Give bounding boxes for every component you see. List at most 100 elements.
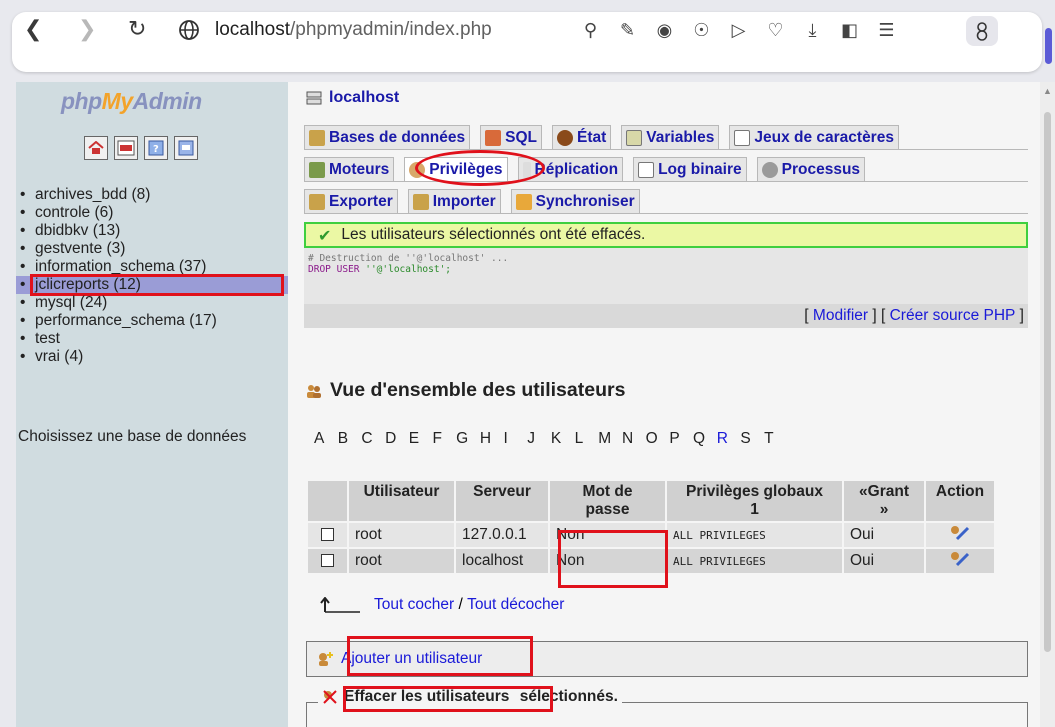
sql-comment: # Destruction de ''@'localhost' ... [308, 253, 509, 264]
users-icon [307, 384, 321, 398]
database-item[interactable]: gestvente (3) [16, 240, 288, 258]
main-scrollbar[interactable]: ▲ [1040, 82, 1055, 727]
reload-icon[interactable]: ↻ [128, 18, 146, 42]
letter-link[interactable]: G [456, 430, 480, 448]
binlog-icon [638, 161, 655, 178]
scroll-up-icon[interactable]: ▲ [1043, 86, 1052, 96]
profile-icon[interactable] [966, 16, 998, 46]
database-item[interactable]: performance_schema (17) [16, 312, 288, 330]
tab-status[interactable]: État [551, 125, 612, 149]
home-icon[interactable] [84, 136, 108, 160]
letter-link[interactable]: H [480, 430, 504, 448]
database-item[interactable]: mysql (24) [16, 294, 288, 312]
letter-link[interactable]: L [575, 430, 599, 448]
tab-sql[interactable]: SQL [480, 125, 542, 149]
tab-synchronize[interactable]: Synchroniser [510, 189, 640, 213]
letter-link[interactable]: Q [693, 430, 717, 448]
letter-link[interactable]: P [669, 430, 693, 448]
tab-export[interactable]: Exporter [304, 189, 398, 213]
docs-icon[interactable]: ? [144, 136, 168, 160]
phpmyadmin-logo[interactable]: phpMyAdmin [61, 88, 202, 115]
letter-link[interactable]: J [527, 430, 551, 448]
bracket: [ [804, 307, 813, 324]
arrow-up-icon [320, 597, 360, 613]
url-text[interactable]: localhost/phpmyadmin/index.php [215, 19, 492, 41]
row-checkbox[interactable] [321, 554, 334, 568]
tab-databases[interactable]: Bases de données [304, 125, 471, 149]
database-item[interactable]: controle (6) [16, 204, 288, 222]
letter-link[interactable]: M [598, 430, 622, 448]
modify-query-link[interactable]: Modifier [813, 307, 868, 325]
find-in-page-icon[interactable]: ⚲ [572, 17, 609, 43]
check-all-link[interactable]: Tout cocher [374, 596, 454, 614]
edit-privileges-icon[interactable] [949, 525, 971, 541]
sidebar-icon[interactable]: ◧ [831, 17, 868, 43]
row-checkbox[interactable] [321, 528, 334, 542]
screenshot-icon[interactable]: ◉ [646, 17, 683, 43]
back-icon[interactable]: ❮ [24, 18, 42, 42]
row-action[interactable] [926, 549, 994, 573]
letter-link[interactable]: K [551, 430, 575, 448]
row-select[interactable] [308, 549, 347, 573]
tab-label: Réplication [534, 160, 619, 178]
forward-icon[interactable]: ❯ [78, 18, 96, 42]
letter-link[interactable]: N [622, 430, 646, 448]
header-line: passe [585, 501, 630, 518]
tab-charsets[interactable]: Jeux de caractères [729, 125, 899, 149]
letter-link[interactable]: D [385, 430, 409, 448]
database-item[interactable]: vrai (4) [16, 348, 288, 366]
header-line: «Grant [859, 483, 909, 500]
server-breadcrumb[interactable]: localhost [306, 89, 399, 107]
sql-query-box: # Destruction de ''@'localhost' ... DROP… [304, 248, 1028, 304]
main-frame: localhost Bases de données SQL État Vari… [288, 82, 1040, 727]
add-user-icon [319, 652, 333, 666]
tab-divider [304, 181, 1028, 182]
send-icon[interactable]: ▷ [720, 17, 757, 43]
shield-icon[interactable]: ☉ [683, 17, 720, 43]
letter-link[interactable]: A [314, 430, 338, 448]
sql-window-icon[interactable] [174, 136, 198, 160]
letter-link[interactable]: B [338, 430, 362, 448]
row-action[interactable] [926, 523, 994, 547]
tab-engines[interactable]: Moteurs [304, 157, 395, 181]
tab-binary-log[interactable]: Log binaire [633, 157, 747, 181]
overview-title: Vue d'ensemble des utilisateurs [330, 379, 626, 401]
letter-link[interactable]: F [432, 430, 456, 448]
row-select[interactable] [308, 523, 347, 547]
synchronize-icon [515, 193, 532, 210]
scroll-thumb[interactable] [1044, 112, 1051, 652]
create-php-link[interactable]: Créer source PHP [890, 307, 1016, 325]
edit-icon[interactable]: ✎ [609, 17, 646, 43]
tab-variables[interactable]: Variables [621, 125, 720, 149]
database-item[interactable]: test [16, 330, 288, 348]
letter-link-active[interactable]: R [717, 430, 741, 448]
heart-icon[interactable]: ♡ [757, 17, 794, 43]
letter-link[interactable]: C [361, 430, 385, 448]
database-item-selected[interactable]: jclicreports (12) [16, 274, 288, 296]
svg-text:?: ? [153, 144, 159, 155]
sidebar-toggle-tab[interactable] [1045, 28, 1052, 64]
tab-row-2: Moteurs Privilèges Réplication Log binai… [304, 157, 875, 181]
database-item[interactable]: archives_bdd (8) [16, 186, 288, 204]
sql-query-icon[interactable] [114, 136, 138, 160]
globe-icon [179, 20, 199, 40]
download-icon[interactable]: ⤓ [794, 17, 831, 43]
letter-link[interactable]: S [740, 430, 764, 448]
tab-processes[interactable]: Processus [756, 157, 866, 181]
database-list: archives_bdd (8) controle (6) dbidbkv (1… [16, 186, 288, 366]
letter-link[interactable]: I [504, 430, 528, 448]
database-item[interactable]: dbidbkv (13) [16, 222, 288, 240]
charset-icon [734, 129, 751, 146]
letter-link[interactable]: E [409, 430, 433, 448]
success-message: ✔ Les utilisateurs sélectionnés ont été … [304, 222, 1028, 248]
letter-link[interactable]: O [646, 430, 670, 448]
tab-label: État [576, 128, 607, 146]
edit-privileges-icon[interactable] [949, 551, 971, 567]
tab-label: Synchroniser [535, 192, 635, 210]
menu-icon[interactable]: ☰ [868, 17, 905, 43]
uncheck-all-link[interactable]: Tout décocher [467, 596, 564, 614]
tab-import[interactable]: Importer [407, 189, 501, 213]
column-header-password: Mot de passe [550, 481, 665, 521]
success-text: Les utilisateurs sélectionnés ont été ef… [341, 226, 646, 243]
letter-link[interactable]: T [764, 430, 788, 448]
